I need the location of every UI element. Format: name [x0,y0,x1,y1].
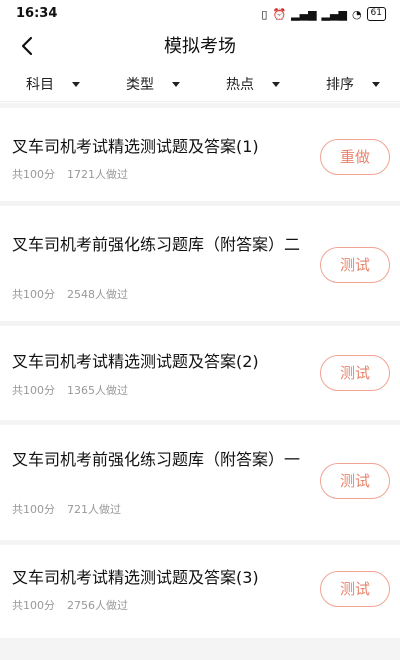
exam-item[interactable]: 叉车司机考试精选测试题及答案(3) 共100分 2756人做过 测试 [0,545,400,638]
section-divider [0,638,400,660]
exam-title: 叉车司机考试精选测试题及答案(2) [12,352,259,371]
battery-icon: 61 [366,7,386,21]
caret-down-icon [72,81,80,87]
exam-item[interactable]: 叉车司机考试精选测试题及答案(1) 共100分 1721人做过 重做 [0,108,400,201]
exam-total-score: 共100分 [12,599,55,612]
caret-down-icon [172,81,180,87]
filter-hot[interactable]: 热点 [226,74,280,94]
redo-button[interactable]: 重做 [320,139,390,175]
exam-title: 叉车司机考试精选测试题及答案(1) [12,137,259,156]
signal-icon: ▂▄▆ [291,7,317,21]
exam-title: 叉车司机考前强化练习题库（附答案）一 [12,450,301,469]
exam-participants: 721人做过 [67,503,121,516]
status-icons: ▯ ⏰ ▂▄▆ ▂▄▆ ◔ 61 [261,7,386,21]
status-time: 16:34 [16,6,58,21]
filter-type[interactable]: 类型 [126,74,180,94]
nav-bar: 模拟考场 [0,28,400,64]
exam-participants: 1721人做过 [67,168,128,181]
page-title: 模拟考场 [164,36,236,57]
filter-bar: 科目 类型 热点 排序 [0,66,400,102]
status-bar: 16:34 ▯ ⏰ ▂▄▆ ▂▄▆ ◔ 61 [0,0,400,28]
exam-total-score: 共100分 [12,503,55,516]
filter-label: 热点 [226,77,254,93]
filter-label: 科目 [26,77,54,93]
exam-participants: 1365人做过 [67,384,128,397]
exam-participants: 2756人做过 [67,599,128,612]
test-button[interactable]: 测试 [320,247,390,283]
test-button[interactable]: 测试 [320,571,390,607]
filter-subject[interactable]: 科目 [26,74,80,94]
exam-meta: 共100分 1365人做过 [12,382,128,398]
exam-total-score: 共100分 [12,168,55,181]
filter-label: 类型 [126,77,154,93]
exam-participants: 2548人做过 [67,288,128,301]
test-button[interactable]: 测试 [320,463,390,499]
caret-down-icon [272,81,280,87]
exam-title: 叉车司机考试精选测试题及答案(3) [12,568,259,587]
test-button[interactable]: 测试 [320,355,390,391]
exam-meta: 共100分 1721人做过 [12,166,128,182]
alarm-icon: ⏰ [272,7,287,21]
exam-total-score: 共100分 [12,288,55,301]
wifi-icon: ◔ [351,7,362,21]
exam-title: 叉车司机考前强化练习题库（附答案）二 [12,235,301,254]
vibrate-icon: ▯ [261,7,268,21]
caret-down-icon [372,81,380,87]
signal-icon-2: ▂▄▆ [321,7,347,21]
exam-meta: 共100分 2548人做过 [12,286,128,302]
exam-item[interactable]: 叉车司机考试精选测试题及答案(2) 共100分 1365人做过 测试 [0,326,400,420]
exam-meta: 共100分 721人做过 [12,501,121,517]
filter-sort[interactable]: 排序 [326,74,380,94]
exam-meta: 共100分 2756人做过 [12,597,128,613]
filter-label: 排序 [326,77,354,93]
exam-item[interactable]: 叉车司机考前强化练习题库（附答案）二 共100分 2548人做过 测试 [0,206,400,321]
exam-total-score: 共100分 [12,384,55,397]
exam-item[interactable]: 叉车司机考前强化练习题库（附答案）一 共100分 721人做过 测试 [0,425,400,540]
